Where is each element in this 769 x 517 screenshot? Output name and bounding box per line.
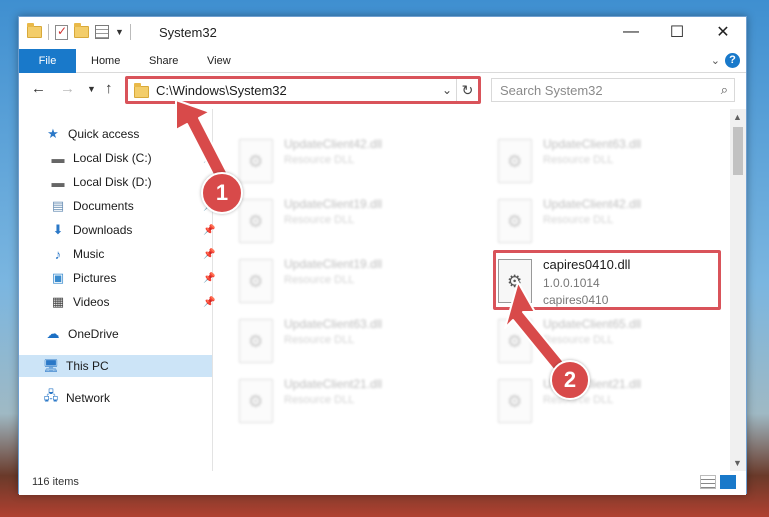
callout-1: 1 bbox=[201, 172, 243, 214]
callout-2: 2 bbox=[550, 360, 590, 400]
annotation-arrows bbox=[175, 99, 573, 381]
